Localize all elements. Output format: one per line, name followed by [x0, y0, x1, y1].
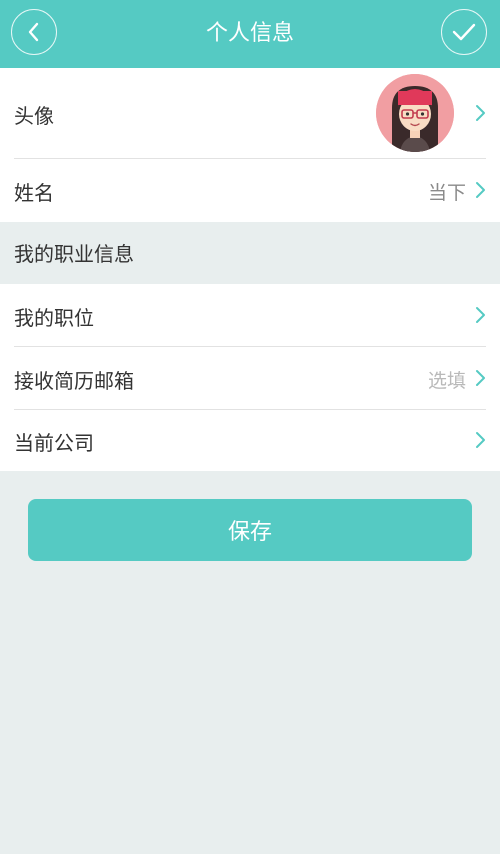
chevron-right-icon: [476, 105, 485, 121]
save-button[interactable]: 保存: [28, 499, 472, 561]
position-label: 我的职位: [14, 306, 94, 330]
position-row[interactable]: 我的职位: [0, 284, 500, 346]
chevron-right-icon: [476, 432, 485, 448]
email-placeholder[interactable]: 选填: [428, 366, 466, 393]
email-label: 接收简历邮箱: [14, 369, 134, 393]
company-row[interactable]: 当前公司: [0, 410, 500, 471]
chevron-right-icon: [476, 307, 485, 323]
name-row[interactable]: 姓名 当下: [0, 159, 500, 222]
name-value: 当下: [427, 182, 466, 204]
avatar-label: 头像: [14, 104, 54, 128]
chevron-right-icon: [476, 370, 485, 386]
avatar[interactable]: [376, 74, 454, 152]
confirm-button[interactable]: [441, 9, 487, 55]
email-row[interactable]: 接收简历邮箱 选填: [0, 347, 500, 409]
company-label: 当前公司: [14, 431, 94, 455]
section-header: 我的职业信息: [0, 222, 500, 284]
top-bar: 个人信息: [0, 0, 500, 68]
page-title: 个人信息: [205, 21, 294, 46]
checkmark-icon: [452, 23, 476, 41]
chevron-right-icon: [476, 182, 485, 198]
section-title: 我的职业信息: [14, 242, 134, 266]
name-label: 姓名: [14, 181, 54, 205]
avatar-illustration: [376, 74, 454, 152]
